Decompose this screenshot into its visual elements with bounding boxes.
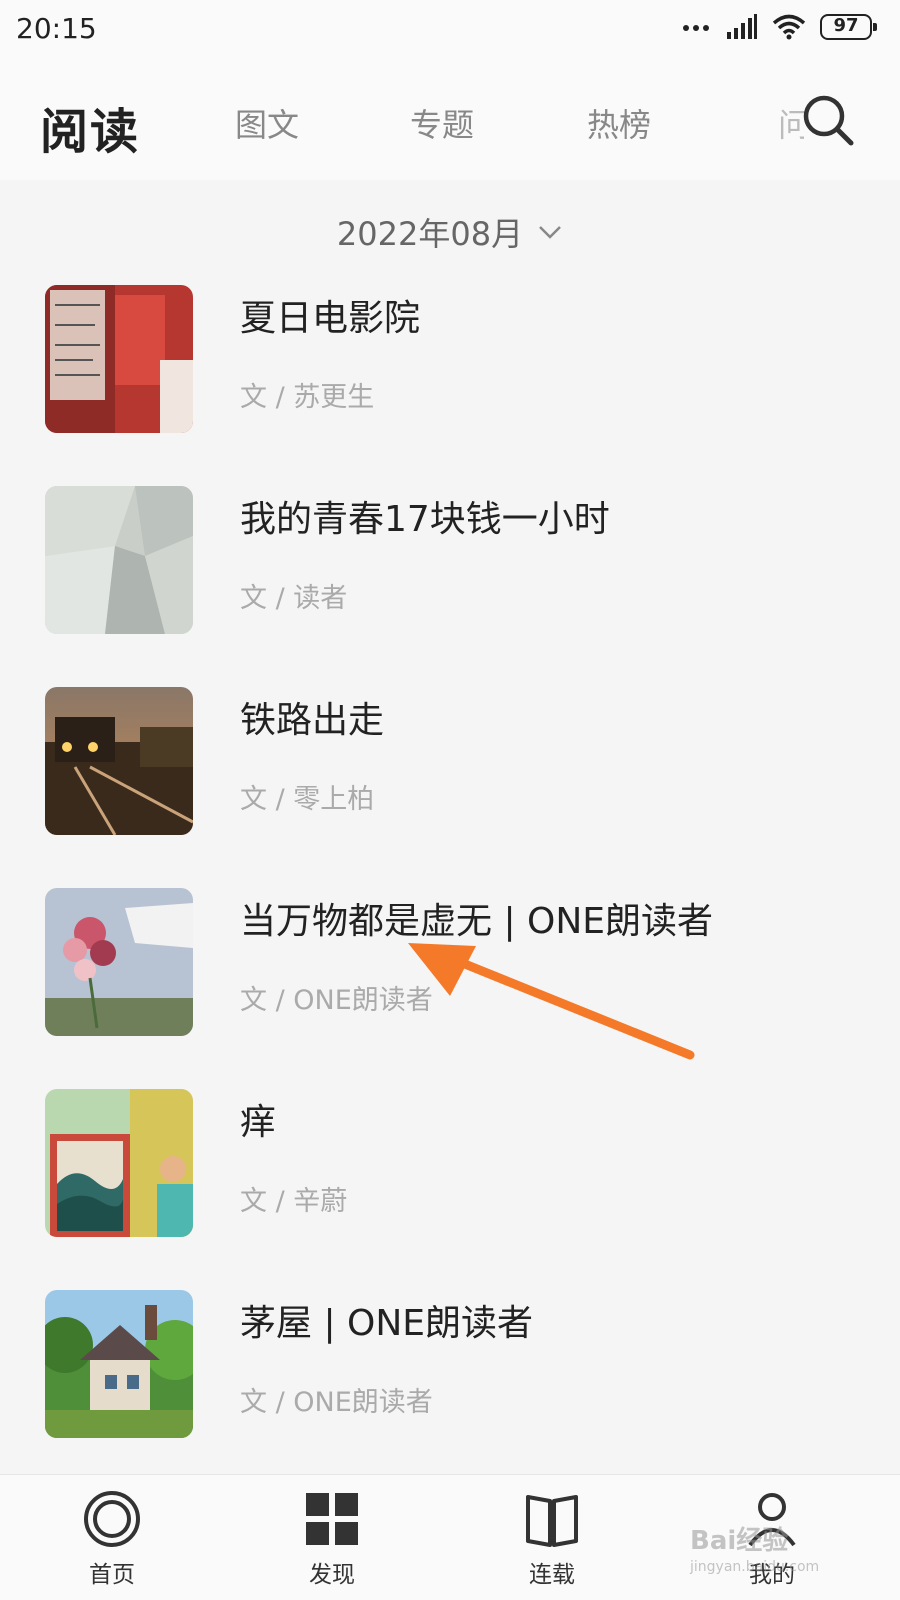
article-title: 夏日电影院	[240, 298, 421, 339]
status-icons: 97	[682, 14, 877, 40]
month-label: 2022年08月	[336, 215, 524, 253]
article-item[interactable]: 我的青春17块钱一小时 文 / 读者	[0, 486, 900, 656]
watermark: Bai经验 jingyan.baidu.com	[690, 1520, 890, 1590]
month-selector[interactable]: 2022年08月	[0, 200, 900, 264]
home-circle-icon	[84, 1491, 140, 1547]
article-title: 铁路出走	[240, 700, 385, 741]
article-thumbnail	[45, 888, 193, 1036]
nav-discover[interactable]: 发现	[272, 1489, 392, 1589]
page-title: 阅读	[40, 104, 141, 160]
article-thumbnail	[45, 1290, 193, 1438]
status-time: 20:15	[16, 12, 97, 45]
article-title: 痒	[240, 1102, 277, 1143]
search-icon[interactable]	[800, 92, 856, 148]
nav-serial[interactable]: 连载	[492, 1489, 612, 1589]
article-author: 文 / 苏更生	[240, 382, 375, 413]
article-thumbnail	[45, 486, 193, 634]
more-dots-icon	[683, 25, 709, 31]
article-author: 文 / ONE朗读者	[240, 1387, 433, 1418]
article-item[interactable]: 铁路出走 文 / 零上柏	[0, 687, 900, 857]
nav-home[interactable]: 首页	[52, 1489, 172, 1589]
annotation-arrow-icon	[408, 943, 695, 1060]
grid-icon	[306, 1493, 358, 1545]
nav-label-discover: 发现	[309, 1562, 355, 1588]
tab-image-text[interactable]: 图文	[235, 100, 299, 146]
article-title: 我的青春17块钱一小时	[240, 499, 610, 540]
chevron-down-icon	[539, 226, 561, 239]
wifi-icon	[772, 14, 806, 40]
article-item[interactable]: 茅屋 | ONE朗读者 文 / ONE朗读者	[0, 1290, 900, 1460]
signal-icon	[727, 14, 757, 39]
tab-topics[interactable]: 专题	[410, 100, 474, 146]
book-icon	[526, 1495, 578, 1547]
nav-label-serial: 连载	[529, 1562, 575, 1588]
article-thumbnail	[45, 687, 193, 835]
watermark-sub: jingyan.baidu.com	[690, 1559, 820, 1575]
nav-label-home: 首页	[89, 1562, 135, 1588]
watermark-text: Bai经验	[690, 1526, 789, 1556]
article-title: 当万物都是虚无 | ONE朗读者	[240, 901, 714, 942]
article-title: 茅屋 | ONE朗读者	[240, 1303, 534, 1344]
header: 阅读 图文 专题 热榜 问	[0, 64, 900, 180]
status-bar: 20:15 97	[0, 0, 900, 64]
article-thumbnail	[45, 1089, 193, 1237]
tab-hot-list[interactable]: 热榜	[587, 100, 651, 146]
article-thumbnail	[45, 285, 193, 433]
article-author: 文 / 辛蔚	[240, 1186, 348, 1217]
battery-indicator: 97	[820, 14, 877, 40]
article-item[interactable]: 夏日电影院 文 / 苏更生	[0, 285, 900, 455]
article-author: 文 / 零上柏	[240, 784, 375, 815]
article-item[interactable]: 痒 文 / 辛蔚	[0, 1089, 900, 1259]
article-author: 文 / 读者	[240, 583, 348, 614]
